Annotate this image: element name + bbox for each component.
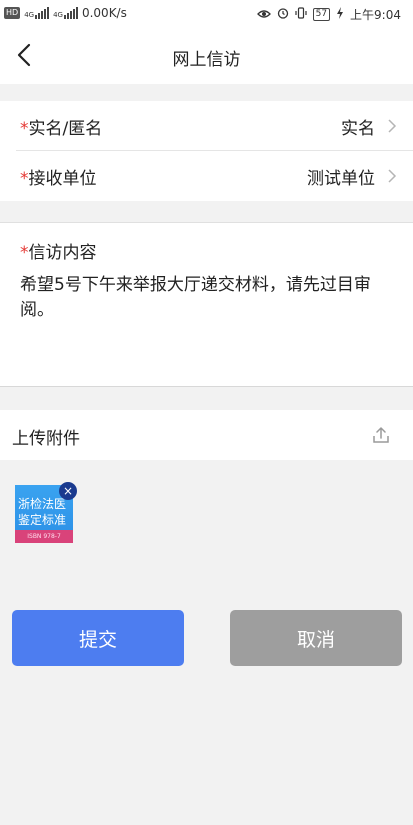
- nav-bar: 网上信访: [0, 30, 413, 84]
- receiver-label-text: 接收单位: [28, 169, 97, 189]
- receiver-label: *接收单位: [20, 164, 97, 189]
- content-box[interactable]: *信访内容 希望5号下午来举报大厅递交材料，请先过目审阅。: [0, 222, 413, 387]
- clock-time: 上午9:04: [350, 8, 401, 22]
- content-label: *信访内容: [20, 238, 97, 263]
- submit-button[interactable]: 提交: [12, 610, 184, 666]
- cancel-button[interactable]: 取消: [230, 610, 402, 666]
- alarm-icon: [277, 7, 289, 22]
- status-bar-right: 57 上午9:04: [256, 6, 401, 23]
- content-label-text: 信访内容: [28, 243, 97, 263]
- required-mark: *: [20, 119, 29, 139]
- required-mark: *: [20, 169, 29, 189]
- realname-value: 实名: [341, 119, 375, 139]
- thumbnail-title-line2: 鉴定标准: [18, 513, 67, 527]
- battery-icon: 57: [312, 8, 331, 21]
- required-mark: *: [20, 243, 29, 263]
- close-icon: ×: [62, 484, 74, 498]
- signal-2-tag: 4G: [53, 11, 63, 19]
- receiver-row[interactable]: *接收单位 测试单位: [0, 151, 413, 201]
- chevron-right-icon: [388, 119, 397, 133]
- realname-row[interactable]: *实名/匿名 实名: [0, 101, 413, 151]
- status-bar-left: HD 4G 4G 0.00K/s: [4, 6, 127, 20]
- status-bar: HD 4G 4G 0.00K/s 57 上午9:04: [0, 0, 413, 30]
- charging-icon: [336, 7, 344, 22]
- page-title: 网上信访: [172, 50, 241, 70]
- network-speed: 0.00K/s: [81, 6, 127, 20]
- signal-1-tag: 4G: [24, 11, 35, 19]
- vibrate-icon: [294, 7, 307, 22]
- realname-label-text: 实名/匿名: [28, 119, 103, 139]
- upload-icon[interactable]: [371, 425, 391, 445]
- remove-attachment-button[interactable]: ×: [59, 482, 77, 500]
- content-textarea[interactable]: 希望5号下午来举报大厅递交材料，请先过目审阅。: [20, 273, 392, 323]
- hd-badge: HD: [4, 7, 21, 19]
- signal-icon-1: 4G: [24, 7, 50, 19]
- realname-label: *实名/匿名: [20, 114, 102, 139]
- thumbnail-footer: ISBN 978-7: [15, 530, 73, 543]
- signal-icon-2: 4G: [53, 7, 78, 19]
- upload-label: 上传附件: [12, 429, 80, 449]
- upload-row[interactable]: 上传附件: [0, 410, 413, 460]
- eye-icon: [256, 8, 271, 22]
- receiver-value: 测试单位: [307, 169, 375, 189]
- chevron-right-icon: [388, 169, 397, 183]
